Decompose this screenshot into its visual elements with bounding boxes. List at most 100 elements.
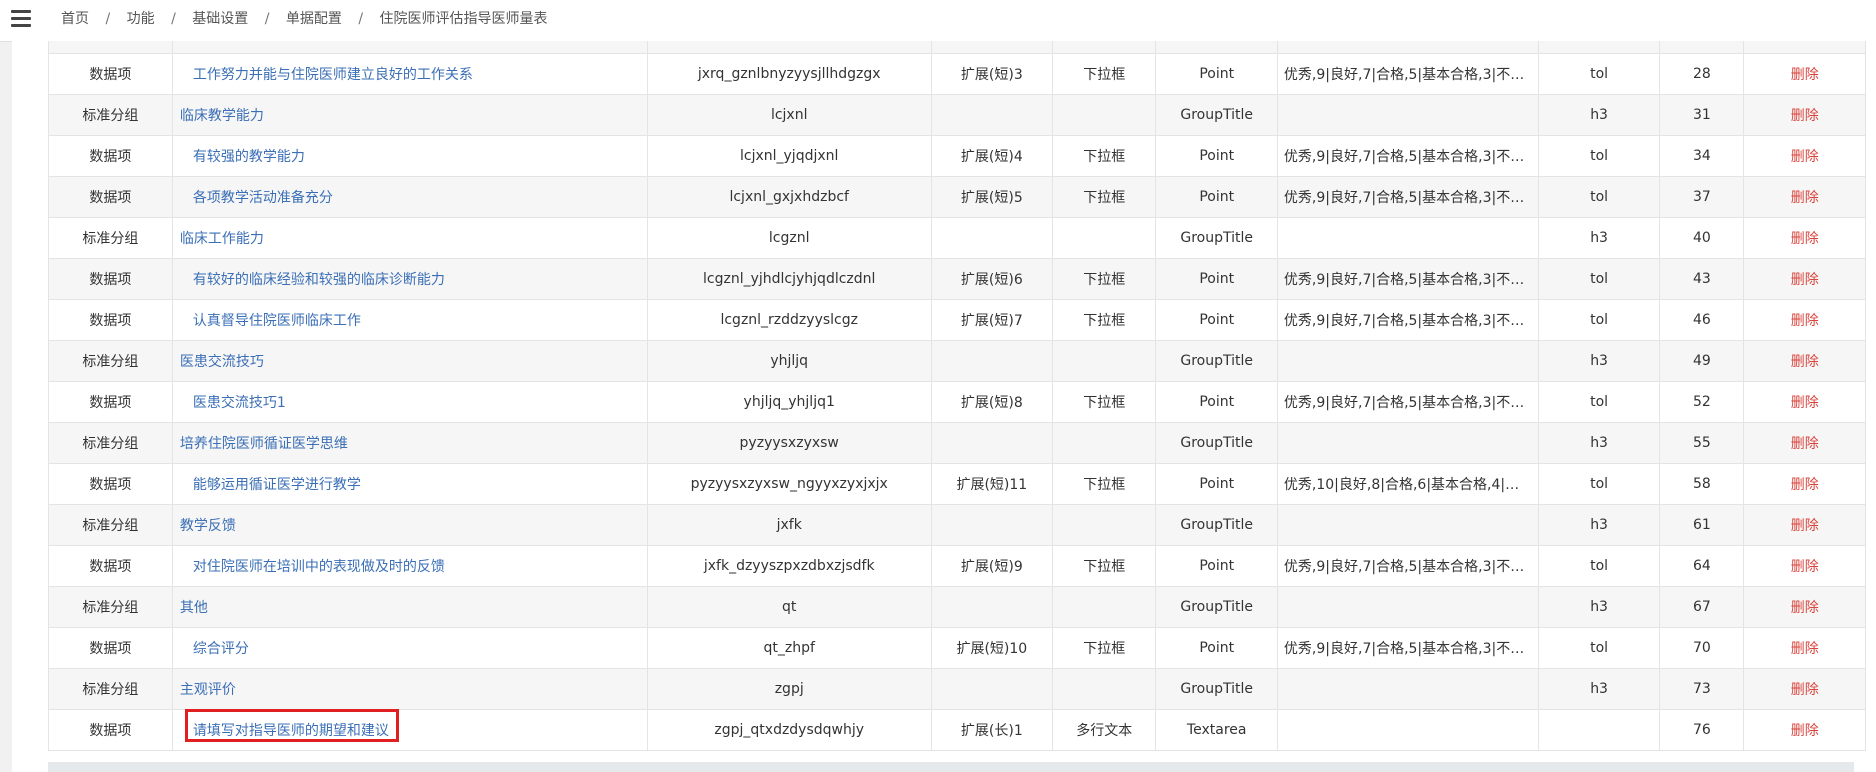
delete-link[interactable]: 删除 bbox=[1791, 313, 1819, 329]
row-type-cell: 标准分组 bbox=[48, 340, 173, 382]
item-style: Point bbox=[1199, 394, 1235, 410]
delete-link[interactable]: 删除 bbox=[1791, 518, 1819, 534]
delete-link-cell: 删除 bbox=[1743, 422, 1866, 464]
delete-link[interactable]: 删除 bbox=[1791, 190, 1819, 206]
item-order-cell: 64 bbox=[1659, 545, 1745, 587]
item-name-link[interactable]: 能够运用循证医学进行教学 bbox=[193, 477, 361, 493]
item-name-link[interactable]: 主观评价 bbox=[180, 682, 236, 698]
row-type: 标准分组 bbox=[82, 682, 139, 698]
item-order: 61 bbox=[1692, 517, 1711, 533]
item-order-cell: 55 bbox=[1659, 422, 1745, 464]
item-name-cell: 培养住院医师循证医学思维 bbox=[171, 422, 648, 464]
item-control-cell: 下拉框 bbox=[1052, 627, 1157, 669]
item-code: jxfk_dzyyszpxzdbxzjsdfk bbox=[703, 558, 875, 574]
item-control: 下拉框 bbox=[1083, 313, 1126, 329]
row-type-cell: 数据项 bbox=[48, 709, 173, 751]
item-name-link[interactable]: 请填写对指导医师的期望和建议 bbox=[193, 723, 389, 739]
item-tag: tol bbox=[1590, 640, 1609, 656]
breadcrumb-home[interactable]: 首页 bbox=[61, 11, 89, 27]
breadcrumb-form-config[interactable]: 单据配置 bbox=[286, 11, 342, 27]
item-code-cell: zgpj bbox=[646, 668, 932, 710]
item-tag: tol bbox=[1590, 271, 1609, 287]
delete-link[interactable]: 删除 bbox=[1791, 436, 1819, 452]
delete-link[interactable]: 删除 bbox=[1791, 641, 1819, 657]
item-name-link[interactable]: 综合评分 bbox=[193, 641, 249, 657]
item-code-cell: pyzyysxzyxsw_ngyyxzyxjxjx bbox=[646, 463, 932, 505]
row-type: 数据项 bbox=[89, 641, 132, 657]
row-type-cell: 数据项 bbox=[48, 53, 173, 95]
breadcrumb-basic-settings[interactable]: 基础设置 bbox=[192, 11, 248, 27]
item-tag-cell: tol bbox=[1537, 135, 1661, 177]
item-tag-cell: h3 bbox=[1537, 504, 1661, 546]
item-options: 优秀,9|良好,7|合格,5|基本合格,3|不合... bbox=[1283, 559, 1538, 575]
delete-link[interactable]: 删除 bbox=[1791, 231, 1819, 247]
delete-link[interactable]: 删除 bbox=[1791, 272, 1819, 288]
item-name-link[interactable]: 各项教学活动准备充分 bbox=[193, 190, 333, 206]
row-type-cell: 数据项 bbox=[48, 258, 173, 300]
hamburger-menu-icon[interactable] bbox=[11, 10, 31, 28]
item-name-link[interactable]: 临床教学能力 bbox=[180, 108, 264, 124]
item-style: GroupTitle bbox=[1180, 681, 1253, 697]
item-code-cell: lcgznl_yjhdlcjyhjqdlczdnl bbox=[646, 258, 932, 300]
item-tag-cell: tol bbox=[1537, 545, 1661, 587]
item-options-cell: 优秀,10|良好,8|合格,6|基本合格,4|不... bbox=[1276, 463, 1539, 505]
item-style-cell: GroupTitle bbox=[1155, 340, 1278, 382]
item-control-cell: 下拉框 bbox=[1052, 53, 1157, 95]
item-name-link[interactable]: 培养住院医师循证医学思维 bbox=[180, 436, 348, 452]
delete-link[interactable]: 删除 bbox=[1791, 149, 1819, 165]
item-code: qt_zhpf bbox=[763, 640, 815, 656]
item-code-cell: jxrq_gznlbnyzyysjllhdgzgx bbox=[646, 53, 932, 95]
delete-link[interactable]: 删除 bbox=[1791, 395, 1819, 411]
item-code: zgpj bbox=[774, 681, 804, 697]
item-name-link[interactable]: 临床工作能力 bbox=[180, 231, 264, 247]
item-name-link[interactable]: 认真督导住院医师临床工作 bbox=[193, 313, 361, 329]
item-tag: h3 bbox=[1590, 435, 1608, 451]
item-control: 下拉框 bbox=[1083, 67, 1126, 83]
item-code: jxfk bbox=[776, 517, 802, 533]
item-name-cell: 医患交流技巧 bbox=[171, 340, 648, 382]
delete-link[interactable]: 删除 bbox=[1791, 67, 1819, 83]
item-name-cell: 临床教学能力 bbox=[171, 94, 648, 136]
row-type-cell: 标准分组 bbox=[48, 586, 173, 628]
item-style: Point bbox=[1199, 640, 1235, 656]
delete-link[interactable]: 删除 bbox=[1791, 354, 1819, 370]
delete-link[interactable]: 删除 bbox=[1791, 559, 1819, 575]
item-tag-cell: h3 bbox=[1537, 668, 1661, 710]
row-type: 标准分组 bbox=[82, 436, 139, 452]
delete-link[interactable]: 删除 bbox=[1791, 600, 1819, 616]
item-tag-cell: h3 bbox=[1537, 586, 1661, 628]
item-name-link[interactable]: 有较好的临床经验和较强的临床诊断能力 bbox=[193, 272, 445, 288]
row-type: 数据项 bbox=[89, 477, 132, 493]
item-code-cell: lcjxnl_gxjxhdzbcf bbox=[646, 176, 932, 218]
delete-link[interactable]: 删除 bbox=[1791, 477, 1819, 493]
item-name-link[interactable]: 工作努力并能与住院医师建立良好的工作关系 bbox=[193, 67, 473, 83]
item-tag: h3 bbox=[1590, 599, 1608, 615]
item-extension: 扩展(短)6 bbox=[960, 272, 1023, 288]
delete-link-cell: 删除 bbox=[1743, 668, 1866, 710]
item-name-link[interactable]: 医患交流技巧1 bbox=[193, 395, 286, 411]
delete-link[interactable]: 删除 bbox=[1791, 723, 1819, 739]
item-style: GroupTitle bbox=[1180, 353, 1253, 369]
breadcrumb-function[interactable]: 功能 bbox=[127, 11, 155, 27]
delete-link[interactable]: 删除 bbox=[1791, 682, 1819, 698]
item-tag: tol bbox=[1590, 189, 1609, 205]
item-control-cell: 下拉框 bbox=[1052, 176, 1157, 218]
breadcrumb-separator: / bbox=[358, 11, 364, 27]
item-tag: tol bbox=[1590, 394, 1609, 410]
item-style: GroupTitle bbox=[1180, 230, 1253, 246]
row-type: 数据项 bbox=[89, 723, 132, 739]
item-style: Textarea bbox=[1186, 722, 1247, 738]
delete-link[interactable]: 删除 bbox=[1791, 108, 1819, 124]
item-control: 下拉框 bbox=[1083, 641, 1126, 657]
item-name-link[interactable]: 教学反馈 bbox=[180, 518, 236, 534]
item-name-link[interactable]: 对住院医师在培训中的表现做及时的反馈 bbox=[193, 559, 445, 575]
item-code: lcjxnl bbox=[770, 107, 808, 123]
item-name-link[interactable]: 医患交流技巧 bbox=[180, 354, 264, 370]
item-name-link[interactable]: 有较强的教学能力 bbox=[193, 149, 305, 165]
table-row: 数据项 工作努力并能与住院医师建立良好的工作关系 jxrq_gznlbnyzyysj… bbox=[48, 53, 1866, 95]
item-code-cell: yhjljq bbox=[646, 340, 932, 382]
item-name-link[interactable]: 其他 bbox=[180, 600, 208, 616]
item-options-cell bbox=[1276, 340, 1539, 382]
item-code-cell: lcjxnl bbox=[646, 94, 932, 136]
item-control: 多行文本 bbox=[1076, 723, 1133, 739]
